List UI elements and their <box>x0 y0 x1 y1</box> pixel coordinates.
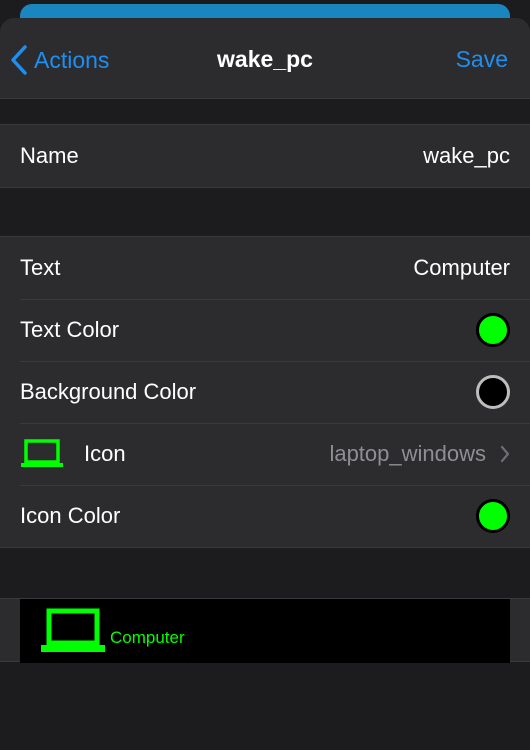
section-gap <box>0 99 530 124</box>
icon-label: Icon <box>84 441 126 466</box>
name-label: Name <box>20 143 79 168</box>
name-section: Name wake_pc <box>0 124 530 188</box>
preview-text: Computer <box>110 628 185 647</box>
name-row[interactable]: Name wake_pc <box>0 125 530 187</box>
background-color-swatch[interactable] <box>476 375 510 409</box>
icon-color-label: Icon Color <box>20 503 121 528</box>
text-value[interactable]: Computer <box>413 255 510 281</box>
preview-section: Computer <box>0 598 530 663</box>
icon-row[interactable]: Icon laptop_windows <box>0 423 530 485</box>
edit-action-sheet: Actions wake_pc Save Name wake_pc Text C… <box>0 18 530 750</box>
section-gap <box>0 188 530 236</box>
text-label: Text <box>20 255 61 280</box>
back-button[interactable]: Actions <box>10 40 109 80</box>
screen: Actions wake_pc Save Name wake_pc Text C… <box>0 0 530 750</box>
save-button[interactable]: Save <box>456 46 508 73</box>
name-value[interactable]: wake_pc <box>423 143 510 169</box>
text-color-swatch[interactable] <box>476 313 510 347</box>
text-color-label: Text Color <box>20 317 120 342</box>
chevron-right-icon <box>500 445 510 463</box>
chevron-left-icon <box>11 45 27 75</box>
text-color-row[interactable]: Text Color <box>0 299 530 361</box>
back-button-label: Actions <box>34 46 110 73</box>
section-gap <box>0 548 530 598</box>
background-color-row[interactable]: Background Color <box>0 361 530 423</box>
appearance-section: Text Computer Text Color Background Colo… <box>0 236 530 548</box>
text-row[interactable]: Text Computer <box>0 237 530 299</box>
action-preview-tile[interactable]: Computer <box>20 599 510 663</box>
icon-color-row[interactable]: Icon Color <box>0 485 530 547</box>
icon-value: laptop_windows <box>329 441 486 466</box>
laptop-icon <box>41 608 105 652</box>
laptop-icon <box>20 439 64 469</box>
background-color-label: Background Color <box>20 379 197 404</box>
icon-color-swatch[interactable] <box>476 499 510 533</box>
navigation-bar: Actions wake_pc Save <box>0 18 530 99</box>
